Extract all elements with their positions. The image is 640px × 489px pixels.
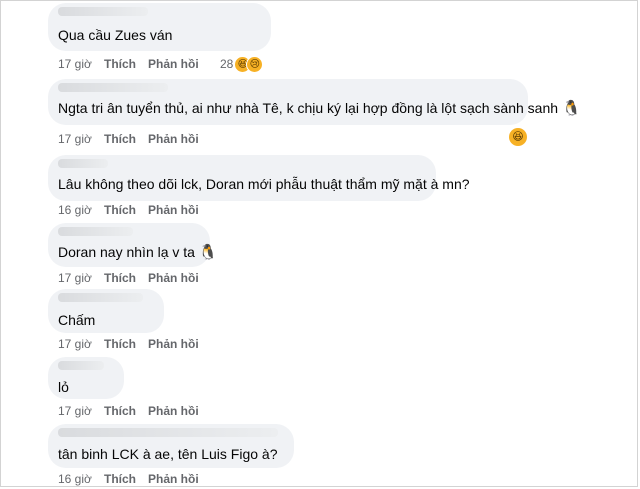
comment-bubble: Lâu không theo dõi lck, Doran mới phẫu t…	[48, 155, 470, 201]
comment-bubble: Ngta tri ân tuyển thủ, ai như nhà Tê, k …	[48, 79, 581, 125]
sad-icon: 😢	[246, 56, 264, 74]
comment-actions: 16 giờ Thích Phản hồi	[58, 471, 258, 487]
comment-author-blurred	[58, 7, 148, 16]
comment-bubble: Chấm	[48, 289, 164, 333]
comment-author-blurred	[58, 428, 278, 437]
reaction-summary[interactable]: 28 😆 😢	[220, 56, 264, 74]
like-button[interactable]: Thích	[104, 336, 136, 352]
comment-text: tân binh LCK à ae, tên Luis Figo à?	[58, 446, 278, 462]
like-button[interactable]: Thích	[104, 403, 136, 419]
reply-button[interactable]: Phản hồi	[148, 403, 199, 419]
like-button[interactable]: Thích	[104, 131, 136, 147]
comment-text: Ngta tri ân tuyển thủ, ai như nhà Tê, k …	[58, 99, 581, 117]
comment-text: Chấm	[58, 312, 96, 328]
reply-button[interactable]: Phản hồi	[148, 56, 199, 72]
comment-text: Lâu không theo dõi lck, Doran mới phẫu t…	[58, 176, 470, 192]
reply-button[interactable]: Phản hồi	[148, 336, 199, 352]
comment-time[interactable]: 17 giờ	[58, 403, 92, 419]
comment-actions: 17 giờ Thích Phản hồi	[58, 336, 258, 352]
like-button[interactable]: Thích	[104, 270, 136, 286]
comment-time[interactable]: 16 giờ	[58, 202, 92, 218]
comment-time[interactable]: 17 giờ	[58, 131, 92, 147]
like-button[interactable]: Thích	[104, 202, 136, 218]
comment-author-blurred	[58, 83, 168, 92]
comment-time[interactable]: 16 giờ	[58, 471, 92, 487]
comment-text: Qua cầu Zues ván	[58, 27, 173, 43]
like-button[interactable]: Thích	[104, 56, 136, 72]
comment-actions: 17 giờ Thích Phản hồi	[58, 403, 258, 419]
comment-author-blurred	[58, 227, 133, 236]
comment-bubble: lỏ	[48, 357, 124, 399]
reply-button[interactable]: Phản hồi	[148, 131, 199, 147]
comment-actions: 16 giờ Thích Phản hồi	[58, 202, 258, 218]
reply-button[interactable]: Phản hồi	[148, 202, 199, 218]
comment-text-content: Doran nay nhìn lạ v ta	[58, 244, 195, 260]
reply-button[interactable]: Phản hồi	[148, 270, 199, 286]
penguin-icon: 🐧	[198, 243, 218, 261]
like-button[interactable]: Thích	[104, 471, 136, 487]
comment-text: lỏ	[58, 379, 69, 395]
comment-author-blurred	[58, 293, 143, 302]
comment-time[interactable]: 17 giờ	[58, 336, 92, 352]
comment-time[interactable]: 17 giờ	[58, 270, 92, 286]
reaction-count: 28	[220, 57, 234, 71]
comment-text-content: Ngta tri ân tuyển thủ, ai như nhà Tê, k …	[58, 100, 559, 116]
comment-author-blurred	[58, 159, 108, 168]
comment-bubble: Doran nay nhìn lạ v ta 🐧	[48, 223, 218, 267]
comment-bubble: Qua cầu Zues ván	[48, 3, 271, 51]
comment-feed: Qua cầu Zues ván 17 giờ Thích Phản hồi 2…	[0, 0, 638, 487]
reply-button[interactable]: Phản hồi	[148, 471, 199, 487]
comment-actions: 17 giờ Thích Phản hồi	[58, 131, 258, 147]
comment-bubble: tân binh LCK à ae, tên Luis Figo à?	[48, 424, 294, 468]
penguin-icon: 🐧	[561, 99, 581, 117]
comment-author-blurred	[58, 361, 104, 370]
comment-actions: 17 giờ Thích Phản hồi	[58, 270, 258, 286]
comment-time[interactable]: 17 giờ	[58, 56, 92, 72]
comment-text: Doran nay nhìn lạ v ta 🐧	[58, 243, 218, 261]
haha-icon[interactable]: 😆	[509, 128, 527, 146]
